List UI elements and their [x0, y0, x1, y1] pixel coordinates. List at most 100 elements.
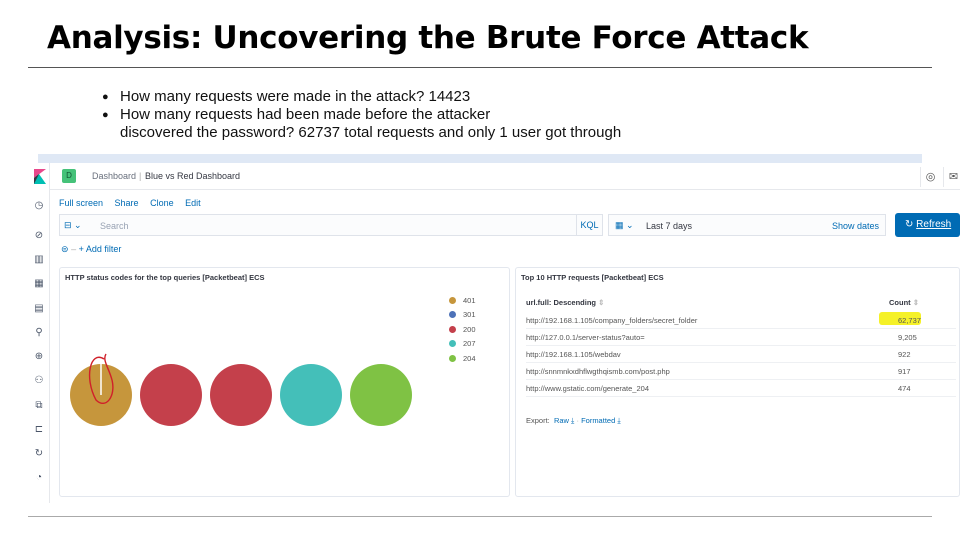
breadcrumb-root[interactable]: Dashboard	[92, 171, 136, 181]
filter-options-icon[interactable]: ⊜	[61, 244, 69, 254]
infra-icon[interactable]: ⚇	[33, 375, 45, 387]
legend-item[interactable]: 207	[449, 337, 476, 352]
menu-edit[interactable]: Edit	[185, 198, 201, 208]
siem-icon[interactable]: ◔	[33, 472, 45, 484]
export-raw-label: Raw	[553, 416, 569, 425]
footer-divider	[28, 516, 932, 517]
row-count: 9,205	[898, 333, 917, 342]
table-row[interactable]: http://www.gstatic.com/generate_204 474	[526, 380, 956, 397]
slide-title: Analysis: Uncovering the Brute Force Att…	[47, 20, 809, 56]
row-count: 474	[898, 384, 911, 393]
canvas-icon[interactable]: ▤	[33, 303, 45, 315]
search-input[interactable]: Search	[100, 221, 129, 231]
breadcrumb-separator: |	[139, 171, 142, 181]
legend-label: 401	[463, 295, 476, 305]
row-url: http://www.gstatic.com/generate_204	[526, 384, 649, 393]
pie-legend: 401 301 200 207 204	[449, 293, 476, 366]
legend-item[interactable]: 301	[449, 308, 476, 323]
sort-icon: ⇕	[912, 298, 920, 307]
table-panel-title: Top 10 HTTP requests [Packetbeat] ECS	[521, 273, 664, 282]
row-url: http://192.168.1.105/webdav	[526, 350, 621, 359]
export-formatted-label: Formatted	[581, 416, 616, 425]
download-icon: ⤓	[617, 416, 621, 425]
screenshot-top-strip	[38, 154, 922, 163]
discover-icon[interactable]: ⊘	[33, 230, 45, 242]
menu-clone[interactable]: Clone	[150, 198, 174, 208]
pie-panel: HTTP status codes for the top queries [P…	[59, 267, 510, 497]
help-icon[interactable]: ◎	[920, 167, 940, 187]
legend-item[interactable]: 204	[449, 351, 476, 366]
export-formatted-link[interactable]: Formatted ⤓	[581, 416, 621, 425]
breadcrumb-current: Blue vs Red Dashboard	[145, 171, 241, 181]
pie-chart-area	[70, 353, 412, 426]
col-url-label: url.full: Descending	[526, 298, 597, 307]
download-icon: ⤓	[571, 416, 575, 425]
menu-full-screen[interactable]: Full screen	[59, 198, 103, 208]
filter-row: ⊜ – + Add filter	[61, 244, 121, 255]
bullet-item: How many requests were made in the attac…	[102, 88, 621, 106]
menu-share[interactable]: Share	[115, 198, 139, 208]
export-separator: ·	[576, 416, 579, 425]
row-count: 922	[898, 350, 911, 359]
legend-item[interactable]: 200	[449, 322, 476, 337]
space-avatar[interactable]: D	[62, 169, 76, 183]
saved-query-icon[interactable]: ⊟ ⌄	[64, 220, 82, 231]
pie-200-b[interactable]	[210, 364, 272, 426]
mail-icon[interactable]: ✉	[943, 167, 960, 187]
show-dates-link[interactable]: Show dates	[832, 221, 879, 231]
dashboard-top-menu: Full screen Share Clone Edit	[59, 198, 210, 208]
export-label: Export:	[526, 416, 550, 425]
title-divider	[28, 67, 932, 68]
query-bar: ⊟ ⌄ Search KQL	[59, 214, 603, 236]
calendar-icon[interactable]: ▦ ⌄	[615, 220, 634, 231]
date-picker: ▦ ⌄ Last 7 days Show dates	[608, 214, 886, 236]
col-count-label: Count	[889, 298, 911, 307]
bullet-list: How many requests were made in the attac…	[102, 88, 621, 142]
bullet-continuation-text: discovered the password? 62737 total req…	[120, 124, 622, 141]
logs-icon[interactable]: ⧉	[33, 400, 45, 412]
kql-toggle[interactable]: KQL	[576, 215, 602, 235]
sort-icon: ⇕	[598, 298, 605, 307]
kibana-sidebar: ◷ ⊘ ▥ ▦ ▤ ⚲ ⊕ ⚇ ⧉ ⊏ ↻ ◔	[28, 163, 50, 503]
pie-204[interactable]	[350, 364, 412, 426]
legend-dot	[449, 354, 456, 362]
row-url: http://127.0.0.1/server-status?auto=	[526, 333, 645, 342]
export-raw-link[interactable]: Raw ⤓	[554, 416, 574, 425]
maps-icon[interactable]: ⚲	[33, 327, 45, 339]
refresh-button[interactable]: ↻ Refresh	[895, 213, 960, 237]
dashboard-icon[interactable]: ▦	[33, 278, 45, 290]
uptime-icon[interactable]: ↻	[33, 448, 45, 460]
visualize-icon[interactable]: ▥	[33, 254, 45, 266]
bullet-item: How many requests had been made before t…	[102, 106, 621, 124]
table-row[interactable]: http://snnmnkxdhflwgthqismb.com/post.php…	[526, 363, 956, 380]
row-count: 62,737	[898, 316, 921, 325]
legend-label: 207	[463, 339, 476, 349]
export-row: Export: Raw ⤓ · Formatted ⤓	[526, 416, 621, 426]
ml-icon[interactable]: ⊕	[33, 351, 45, 363]
legend-dot	[449, 325, 456, 333]
pie-200-a[interactable]	[140, 364, 202, 426]
legend-label: 301	[463, 310, 476, 320]
apm-icon[interactable]: ⊏	[33, 424, 45, 436]
legend-dot	[449, 296, 456, 304]
add-filter-link[interactable]: + Add filter	[79, 244, 122, 254]
row-url: http://192.168.1.105/company_folders/sec…	[526, 316, 698, 325]
legend-label: 204	[463, 353, 476, 363]
table-row[interactable]: http://192.168.1.105/webdav 922	[526, 346, 956, 363]
table-panel: Top 10 HTTP requests [Packetbeat] ECS ur…	[515, 267, 960, 497]
kibana-header: D Dashboard | Blue vs Red Dashboard ◎ ✉	[50, 163, 960, 190]
clock-icon[interactable]: ◷	[33, 200, 45, 212]
bullet-item-continuation: discovered the password? 62737 total req…	[102, 124, 621, 142]
filter-separator: –	[71, 244, 77, 254]
row-count: 917	[898, 367, 911, 376]
kibana-logo-icon[interactable]	[34, 169, 46, 184]
date-range-value[interactable]: Last 7 days	[646, 221, 692, 231]
legend-dot	[449, 311, 456, 319]
col-count-header[interactable]: Count ⇕	[889, 298, 919, 307]
table-row[interactable]: http://192.168.1.105/company_folders/sec…	[526, 312, 956, 329]
pie-207[interactable]	[280, 364, 342, 426]
legend-item[interactable]: 401	[449, 293, 476, 308]
col-url-header[interactable]: url.full: Descending ⇕	[526, 298, 604, 307]
table-row[interactable]: http://127.0.0.1/server-status?auto= 9,2…	[526, 329, 956, 346]
refresh-label: Refresh	[916, 219, 952, 230]
